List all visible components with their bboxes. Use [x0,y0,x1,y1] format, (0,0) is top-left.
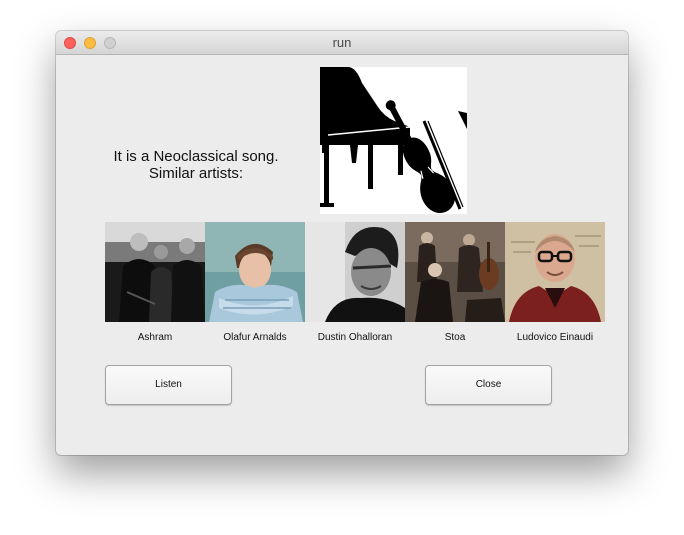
close-button[interactable]: Close [425,365,552,405]
artist-name-ashram: Ashram [137,332,173,343]
title-bar: run [56,31,628,55]
artist-name-olafur-arnalds: Olafur Arnalds [223,332,287,343]
result-message: It is a Neoclassical song. Similar artis… [98,148,294,182]
genre-text: It is a Neoclassical song. [113,148,279,165]
artist-photo-olafur-arnalds[interactable] [205,222,305,322]
artist-photo-stoa[interactable] [405,222,505,322]
window-title: run [332,35,352,50]
artist-photo-dustin-ohalloran[interactable] [305,222,405,322]
artist-photo-ashram[interactable] [105,222,205,322]
artist-name-ludovico-einaudi: Ludovico Einaudi [516,332,594,343]
piano-and-violin-icon [320,67,467,214]
artist-name-stoa: Stoa [444,332,466,343]
artist-name-dustin-ohalloran: Dustin Ohalloran [317,332,393,343]
similar-artists-label: Similar artists: [148,165,244,182]
app-window: run It is a Neoclassical song. Similar a… [56,31,628,455]
listen-button[interactable]: Listen [105,365,232,405]
artist-photo-ludovico-einaudi[interactable] [505,222,605,322]
